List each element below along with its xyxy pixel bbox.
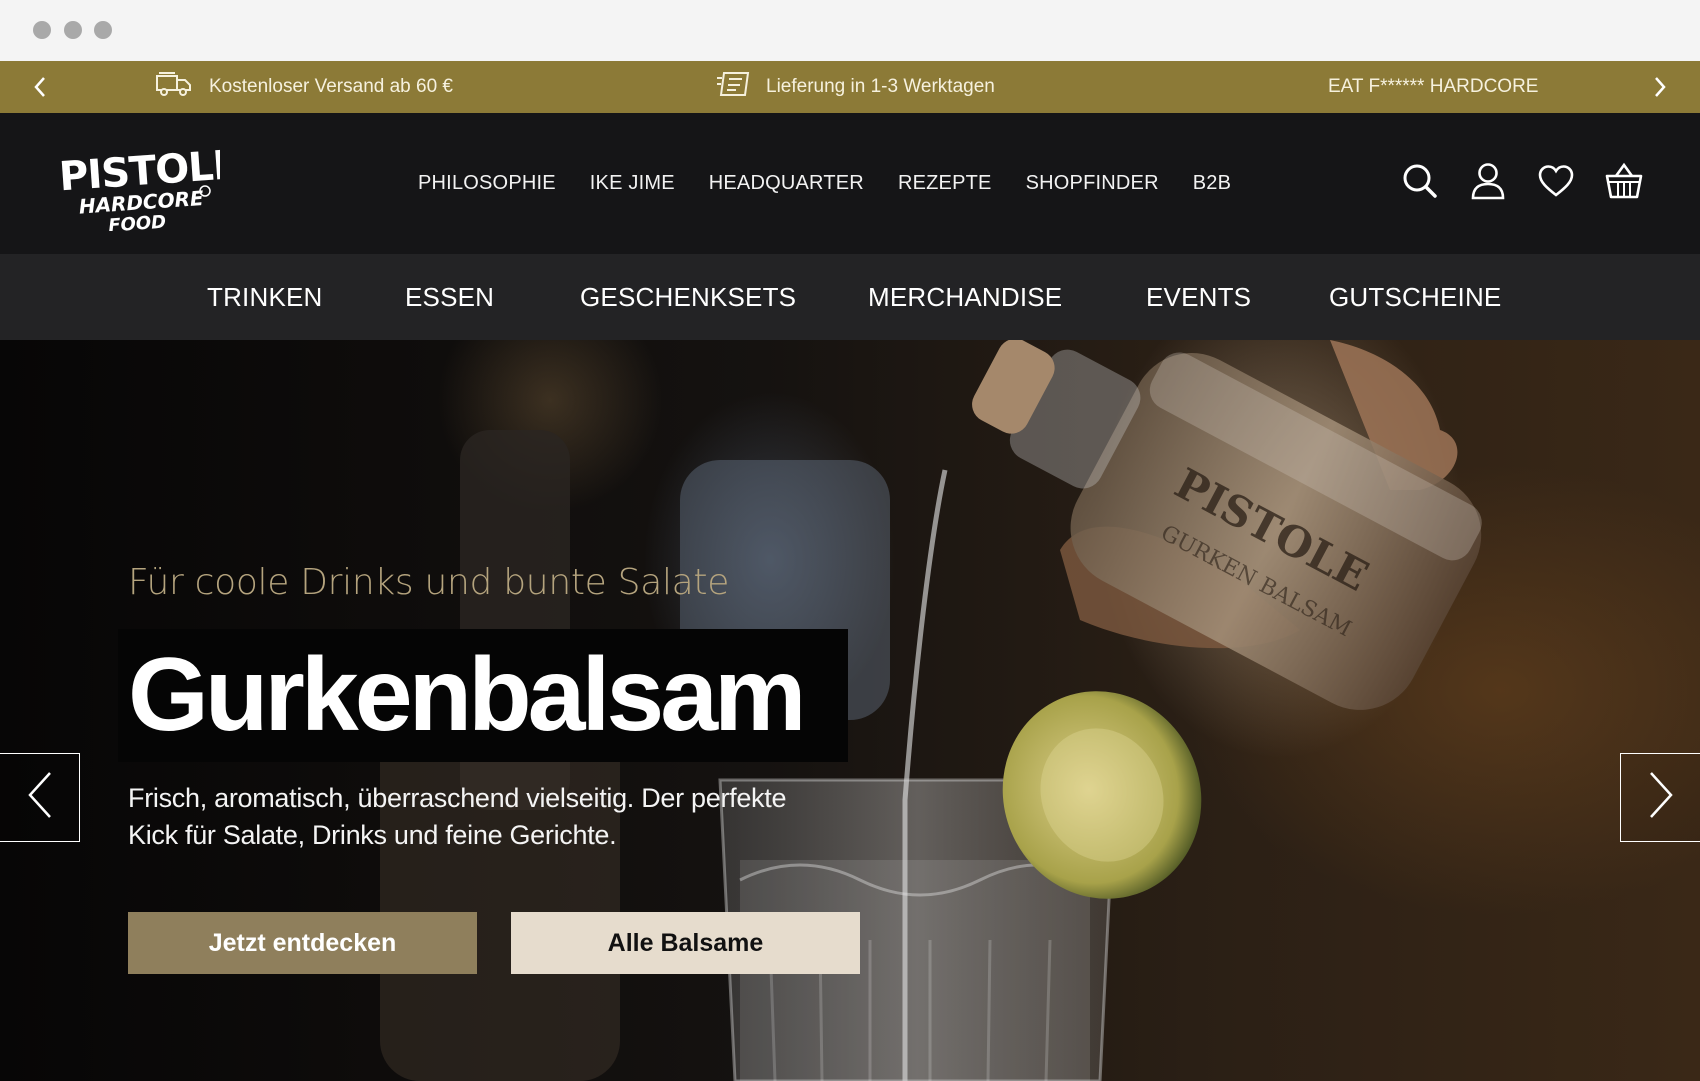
account-icon[interactable] [1468, 161, 1508, 201]
category-geschenksets[interactable]: GESCHENKSETS [580, 254, 796, 340]
nav-link-ike-jime[interactable]: IKE JIME [590, 172, 675, 195]
heart-icon[interactable] [1536, 161, 1576, 201]
nav-link-headquarter[interactable]: HEADQUARTER [709, 172, 864, 195]
nav-link-philosophie[interactable]: PHILOSOPHIE [418, 172, 556, 195]
nav-link-rezepte[interactable]: REZEPTE [898, 172, 992, 195]
hero-description: Frisch, aromatisch, überraschend vielsei… [128, 783, 787, 850]
nav-link-shopfinder[interactable]: SHOPFINDER [1026, 172, 1159, 195]
announcement-text: EAT F****** HARDCORE [1328, 76, 1539, 97]
window-minimize-dot[interactable] [64, 21, 82, 39]
category-navigation: TRINKEN ESSEN GESCHENKSETS MERCHANDISE E… [0, 254, 1700, 340]
nav-link-b2b[interactable]: B2B [1193, 172, 1231, 195]
window-close-dot[interactable] [33, 21, 51, 39]
browser-chrome [0, 0, 1700, 61]
site-header: PISTOLE HARDCORE FOOD PHILOSOPHIE IKE JI… [0, 113, 1700, 254]
hero-slider: PISTOLE GURKEN BALSAM Für coole Drinks u… [0, 340, 1700, 1081]
announcement-free-shipping: Kostenloser Versand ab 60 € [155, 61, 453, 113]
announcement-next-arrow-icon[interactable] [1646, 73, 1674, 101]
announcement-bar: Kostenloser Versand ab 60 € Lieferung in… [0, 61, 1700, 113]
category-merchandise[interactable]: MERCHANDISE [868, 254, 1062, 340]
hero-title: Gurkenbalsam [128, 637, 807, 753]
slider-prev-button[interactable] [0, 753, 80, 842]
announcement-text: Kostenloser Versand ab 60 € [209, 76, 454, 97]
category-events[interactable]: EVENTS [1146, 254, 1251, 340]
all-balsams-button[interactable]: Alle Balsame [511, 912, 860, 974]
basket-icon[interactable] [1604, 161, 1644, 201]
header-icons [1400, 161, 1644, 201]
hero-subtitle: Für coole Drinks und bunte Salate [128, 562, 730, 603]
announcement-slogan: EAT F****** HARDCORE [1328, 61, 1538, 113]
brand-logo[interactable]: PISTOLE HARDCORE FOOD [55, 141, 241, 237]
truck-icon [155, 70, 193, 104]
search-icon[interactable] [1400, 161, 1440, 201]
chevron-right-icon [1647, 770, 1675, 825]
chevron-left-icon [26, 770, 54, 825]
discover-now-button[interactable]: Jetzt entdecken [128, 912, 477, 974]
slider-next-button[interactable] [1620, 753, 1700, 842]
delivery-box-icon [716, 70, 750, 104]
announcement-prev-arrow-icon[interactable] [26, 73, 54, 101]
window-maximize-dot[interactable] [94, 21, 112, 39]
logo-text-sub2: FOOD [108, 212, 167, 231]
category-gutscheine[interactable]: GUTSCHEINE [1329, 254, 1501, 340]
announcement-text: Lieferung in 1-3 Werktagen [766, 76, 995, 97]
announcement-delivery: Lieferung in 1-3 Werktagen [716, 61, 995, 113]
category-essen[interactable]: ESSEN [405, 254, 494, 340]
main-navigation: PHILOSOPHIE IKE JIME HEADQUARTER REZEPTE… [418, 113, 1231, 254]
category-trinken[interactable]: TRINKEN [207, 254, 323, 340]
